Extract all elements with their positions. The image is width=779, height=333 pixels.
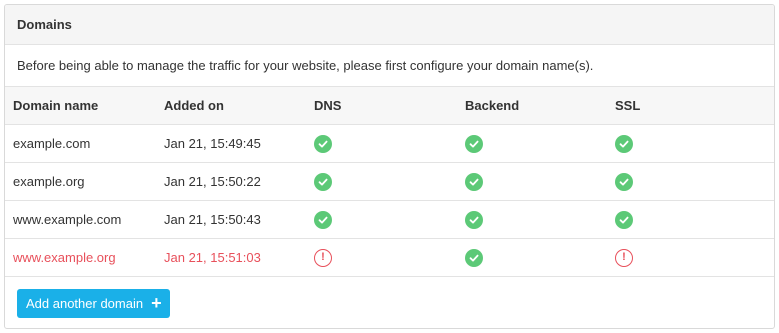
table-row: example.org Jan 21, 15:50:22 — [5, 163, 774, 201]
dns-status-cell — [314, 125, 332, 162]
plus-icon: + — [151, 293, 162, 313]
check-circle-icon — [314, 134, 332, 153]
table-row: www.example.org Jan 21, 15:51:03!! — [5, 239, 774, 277]
dns-status-cell — [314, 201, 332, 238]
domains-panel: Domains Before being able to manage the … — [4, 4, 775, 329]
domain-table-body: example.com Jan 21, 15:49:45 example.org Ja… — [5, 125, 774, 277]
ssl-status-cell — [615, 125, 633, 162]
added-on-cell: Jan 21, 15:49:45 — [164, 136, 261, 151]
domain-name-cell: www.example.com — [13, 212, 122, 227]
check-circle-icon — [465, 248, 483, 267]
check-circle-icon — [615, 210, 633, 229]
ssl-status-cell — [615, 163, 633, 200]
column-header-ssl: SSL — [615, 98, 641, 113]
ssl-status-cell — [615, 201, 633, 238]
backend-status-cell — [465, 125, 483, 162]
add-domain-button[interactable]: Add another domain + — [17, 288, 170, 318]
column-header-backend: Backend — [465, 98, 520, 113]
added-on-cell: Jan 21, 15:50:22 — [164, 174, 261, 189]
dns-status-cell — [314, 163, 332, 200]
alert-circle-icon: ! — [615, 248, 633, 267]
backend-status-cell — [465, 239, 483, 276]
table-row: example.com Jan 21, 15:49:45 — [5, 125, 774, 163]
table-header: Domain name Added on DNS Backend SSL — [5, 87, 774, 125]
ssl-status-cell: ! — [615, 239, 633, 276]
footer: Add another domain + — [5, 277, 774, 328]
domain-name-cell: www.example.org — [13, 250, 116, 265]
check-circle-icon — [314, 172, 332, 191]
added-on-cell: Jan 21, 15:50:43 — [164, 212, 261, 227]
column-header-dns: DNS — [314, 98, 342, 113]
panel-title: Domains — [5, 5, 774, 45]
check-circle-icon — [615, 172, 633, 191]
check-circle-icon — [465, 134, 483, 153]
backend-status-cell — [465, 201, 483, 238]
backend-status-cell — [465, 163, 483, 200]
domain-name-cell: example.com — [13, 136, 91, 151]
check-circle-icon — [314, 210, 332, 229]
column-header-added: Added on — [164, 98, 224, 113]
intro-text: Before being able to manage the traffic … — [5, 45, 774, 87]
check-circle-icon — [465, 210, 483, 229]
add-domain-label: Add another domain — [26, 295, 144, 311]
table-row: www.example.com Jan 21, 15:50:43 — [5, 201, 774, 239]
dns-status-cell: ! — [314, 239, 332, 276]
check-circle-icon — [615, 134, 633, 153]
column-header-domain: Domain name — [13, 98, 99, 113]
alert-circle-icon: ! — [314, 248, 332, 267]
added-on-cell: Jan 21, 15:51:03 — [164, 250, 261, 265]
domain-name-cell: example.org — [13, 174, 85, 189]
check-circle-icon — [465, 172, 483, 191]
